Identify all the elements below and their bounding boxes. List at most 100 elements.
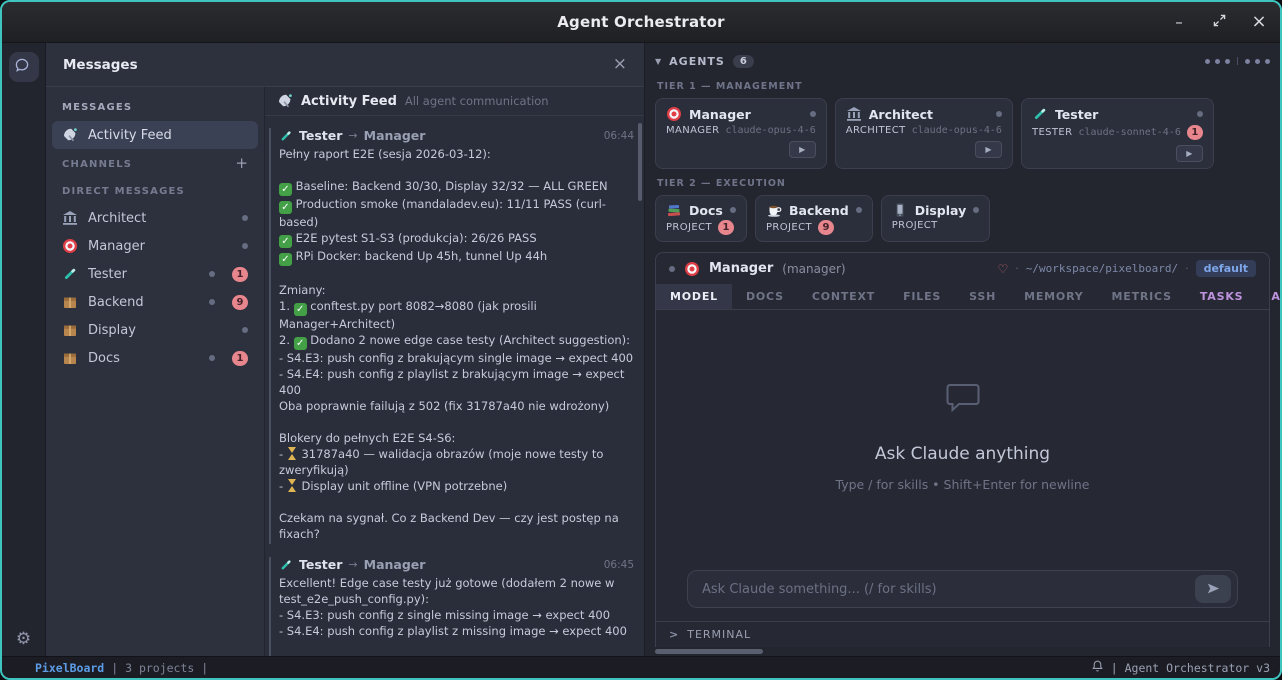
agent-card-backend[interactable]: Backend PROJECT 9 <box>755 195 873 242</box>
tab-docs[interactable]: DOCS <box>732 284 798 309</box>
tab-ssh[interactable]: SSH <box>955 284 1010 309</box>
title-bar: Agent Orchestrator – × <box>2 2 1280 43</box>
agent-status-dot <box>669 266 675 272</box>
start-agent-button[interactable]: ▶ <box>789 141 816 158</box>
channels-section-label: CHANNELS <box>46 150 235 177</box>
dm-label: Backend <box>88 295 144 310</box>
agents-title: AGENTS <box>669 55 725 68</box>
messages-panel-header: Messages × <box>46 43 644 87</box>
settings-button[interactable]: ⚙ <box>16 631 31 648</box>
check-icon: ✓ <box>279 253 292 266</box>
agent-detail-role: (manager) <box>782 262 845 276</box>
presence-dot <box>242 327 248 333</box>
profile-badge[interactable]: default <box>1196 260 1256 277</box>
sidebar-item-backend[interactable]: Backend 9 <box>46 288 264 316</box>
close-messages-button[interactable]: × <box>613 56 627 73</box>
message-line: - S4.E4: push config z playlist z brakuj… <box>279 366 634 398</box>
tester-icon <box>279 558 293 572</box>
message-sender: Tester <box>299 128 342 143</box>
agents-header-dots[interactable] <box>1205 57 1270 65</box>
presence-dot <box>209 299 215 305</box>
message-line: 1. ✓ conftest.py port 8082→8080 (jak pro… <box>279 298 634 332</box>
send-button[interactable] <box>1195 575 1231 603</box>
feed-scrollbar[interactable] <box>638 123 642 201</box>
agent-status-dot <box>856 207 862 213</box>
check-icon: ✓ <box>294 303 307 316</box>
window-title: Agent Orchestrator <box>557 13 725 31</box>
message-line: - S4.E3: push config z single missing im… <box>279 607 634 623</box>
collapse-caret-icon[interactable]: ▼ <box>655 57 661 66</box>
messages-sidebar: MESSAGES Activity Feed CHANNELS + DIRECT… <box>46 87 265 656</box>
satellite-icon <box>277 93 293 109</box>
send-icon <box>1206 580 1221 599</box>
agent-card-display[interactable]: Display PROJECT <box>881 195 991 242</box>
tab-tasks[interactable]: TASKS <box>1186 284 1258 309</box>
message-line: Blokery do pełnych E2E S4-S6: <box>279 430 634 446</box>
architect-icon <box>62 210 78 226</box>
message-line: ✓ Production smoke (mandaladev.eu): 11/1… <box>279 196 634 230</box>
tester-icon <box>1032 106 1048 122</box>
window-controls: – × <box>1170 2 1268 42</box>
message-body: Pełny raport E2E (sesja 2026-03-12):✓ Ba… <box>279 146 634 542</box>
chat-input-box <box>687 570 1238 608</box>
tab-audit[interactable]: AUDIT <box>1257 284 1282 309</box>
sidebar-item-display[interactable]: Display <box>46 316 264 344</box>
agent-card-name: Tester <box>1055 107 1098 122</box>
package-icon <box>62 350 78 366</box>
agent-card-docs[interactable]: Docs PROJECT 1 <box>655 195 747 242</box>
scrollbar-thumb[interactable] <box>655 649 763 654</box>
tab-memory[interactable]: MEMORY <box>1010 284 1097 309</box>
agent-card-badge: 1 <box>1187 125 1203 140</box>
add-channel-button[interactable]: + <box>235 156 248 171</box>
start-agent-button[interactable]: ▶ <box>975 141 1002 158</box>
sidebar-item-manager[interactable]: Manager <box>46 232 264 260</box>
heart-icon[interactable]: ♡ <box>998 262 1009 276</box>
hourglass-icon <box>288 447 297 460</box>
agent-status-dot <box>973 207 979 213</box>
message-list[interactable]: Tester → Manager 06:44 Pełny raport E2E … <box>265 116 644 656</box>
start-agent-button[interactable]: ▶ <box>1176 145 1203 162</box>
dm-label: Display <box>88 323 136 338</box>
sidebar-item-activity-feed[interactable]: Activity Feed <box>52 121 258 149</box>
agent-card-manager[interactable]: Manager MANAGER claude-opus-4-6 ▶ <box>655 98 827 169</box>
agent-status-dot <box>1197 111 1203 117</box>
sidebar-item-label: Activity Feed <box>88 128 172 143</box>
agent-card-name: Display <box>915 203 967 218</box>
status-bar: PixelBoard | 3 projects | | Agent Orches… <box>2 656 1280 678</box>
message-header: Tester → Manager 06:44 <box>279 128 634 143</box>
minimize-button[interactable]: – <box>1170 15 1188 30</box>
terminal-toggle[interactable]: > TERMINAL <box>656 621 1269 647</box>
sidebar-item-docs[interactable]: Docs 1 <box>46 344 264 372</box>
books-icon <box>666 202 682 218</box>
agents-count-badge: 6 <box>733 55 754 68</box>
agent-card-role: PROJECT <box>892 220 938 231</box>
bell-icon[interactable] <box>1091 659 1104 676</box>
agents-header: ▼ AGENTS 6 <box>655 50 1270 72</box>
close-button[interactable]: × <box>1250 13 1268 31</box>
presence-dot <box>209 271 215 277</box>
message-line: Pełny raport E2E (sesja 2026-03-12): <box>279 146 634 162</box>
tab-metrics[interactable]: METRICS <box>1098 284 1186 309</box>
tab-files[interactable]: FILES <box>889 284 955 309</box>
agent-card-role: TESTER <box>1032 127 1073 138</box>
messages-rail-button[interactable] <box>9 52 39 82</box>
chat-input[interactable] <box>702 582 1195 597</box>
package-icon <box>62 294 78 310</box>
sidebar-item-tester[interactable]: Tester 1 <box>46 260 264 288</box>
tab-model[interactable]: MODEL <box>656 284 732 309</box>
agent-detail-meta: ♡ · ~/workspace/pixelboard/ · default <box>998 260 1257 277</box>
horizontal-scrollbar[interactable] <box>655 647 1270 656</box>
sidebar-item-architect[interactable]: Architect <box>46 204 264 232</box>
agent-card-architect[interactable]: Architect ARCHITECT claude-opus-4-6 ▶ <box>835 98 1013 169</box>
agent-card-model: claude-opus-4-6 <box>725 125 815 136</box>
hourglass-icon <box>288 479 297 492</box>
package-icon <box>62 322 78 338</box>
maximize-button[interactable] <box>1210 14 1228 30</box>
agent-card-tester[interactable]: Tester TESTER claude-sonnet-4-6 1 ▶ <box>1021 98 1214 169</box>
tab-context[interactable]: CONTEXT <box>798 284 889 309</box>
tier1-label: TIER 1 — MANAGEMENT <box>657 81 1270 92</box>
message-line: 2. ✓ Dodano 2 nowe edge case testy (Arch… <box>279 332 634 350</box>
channels-section: CHANNELS + <box>46 150 264 177</box>
unread-badge: 1 <box>232 351 248 366</box>
dm-list: Architect Manager Tester 1 Backend 9 Dis… <box>46 204 264 372</box>
